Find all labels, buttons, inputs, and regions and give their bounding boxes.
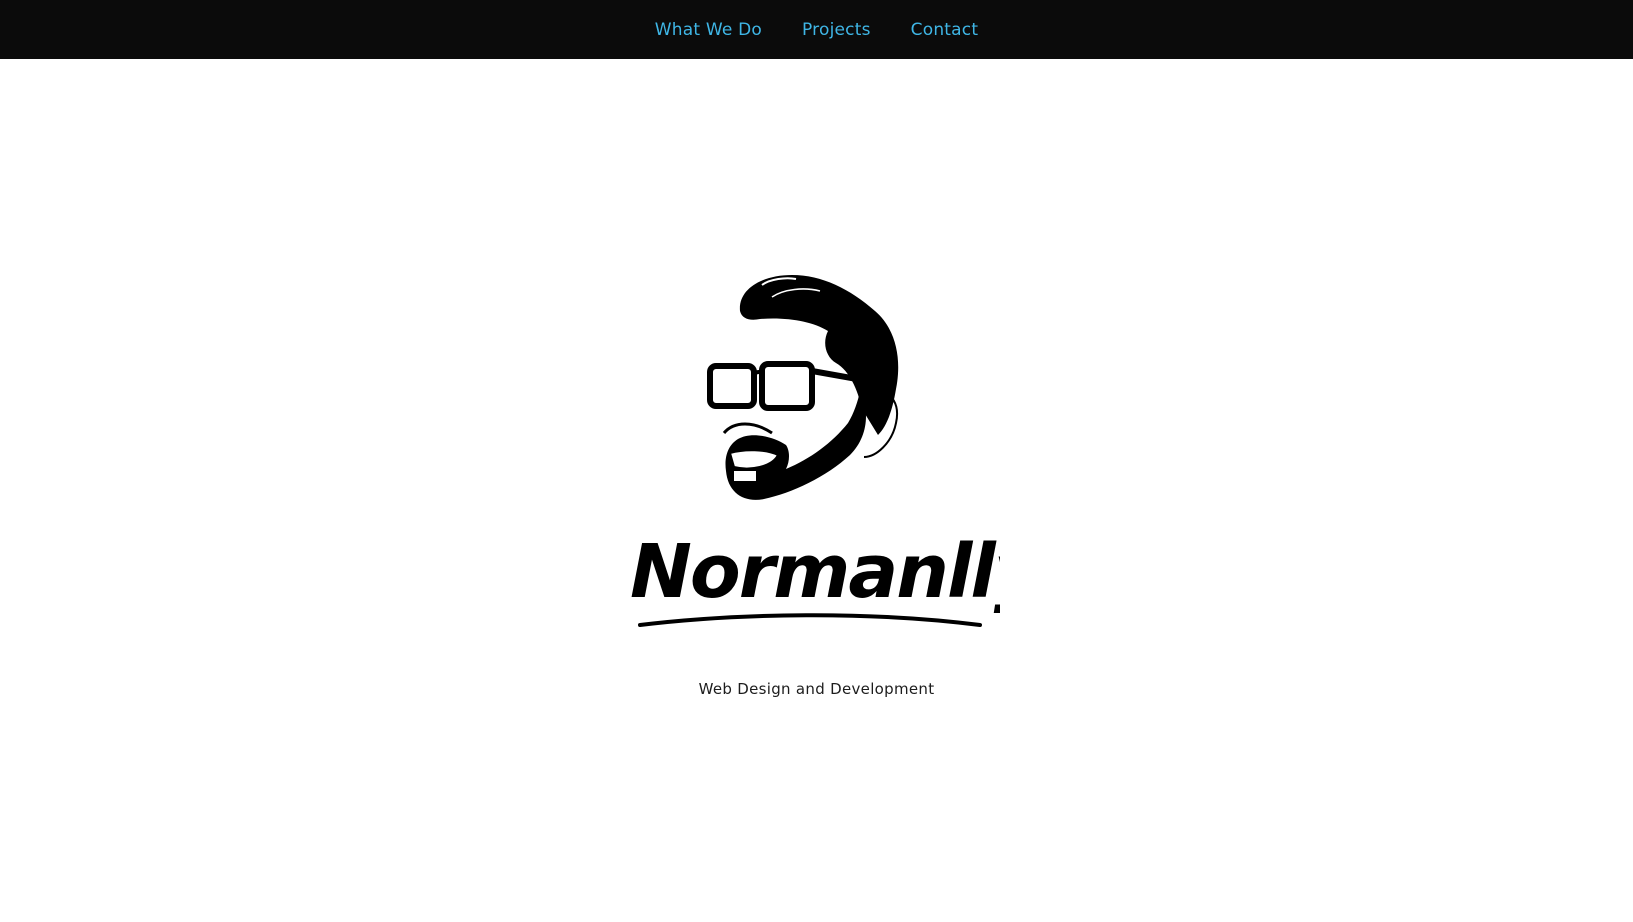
bearded-man-with-glasses-icon xyxy=(707,275,899,500)
nav-item-what-we-do: What We Do xyxy=(655,18,762,42)
nav-link-contact[interactable]: Contact xyxy=(911,18,979,42)
normanlly-logo: Normanlly xyxy=(630,537,1000,627)
nav-menu: What We Do Projects Contact xyxy=(0,0,1633,59)
top-navigation-bar: What We Do Projects Contact xyxy=(0,0,1633,59)
logo-wordmark: Normanlly xyxy=(630,537,1000,615)
nav-link-projects[interactable]: Projects xyxy=(802,18,871,42)
nav-item-contact: Contact xyxy=(911,18,979,42)
nav-item-projects: Projects xyxy=(802,18,871,42)
tagline: Web Design and Development xyxy=(698,680,935,698)
nav-link-what-we-do[interactable]: What We Do xyxy=(655,18,762,42)
hero-section: Normanlly Web Design and Development xyxy=(0,59,1633,922)
